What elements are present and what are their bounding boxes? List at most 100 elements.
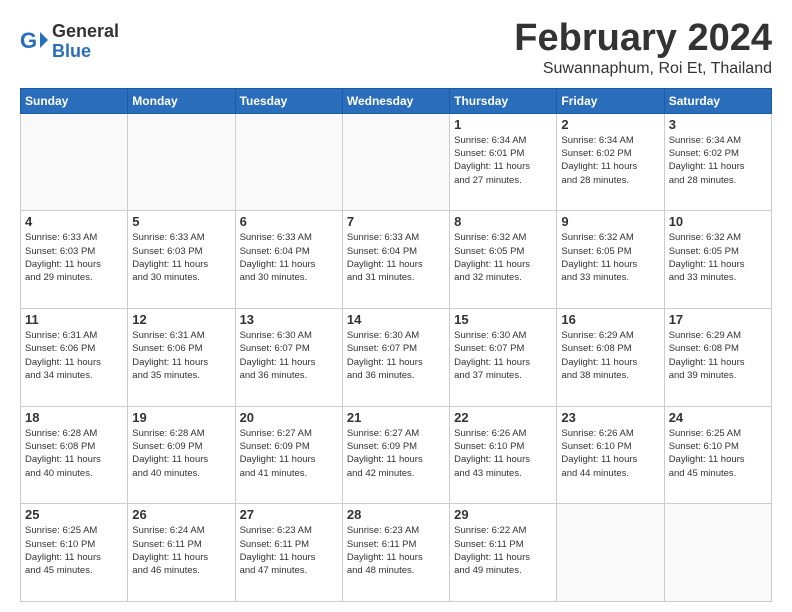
calendar-cell [664, 504, 771, 602]
day-detail: Sunrise: 6:34 AM Sunset: 6:02 PM Dayligh… [669, 134, 767, 187]
logo-general: General [52, 22, 119, 42]
day-detail: Sunrise: 6:27 AM Sunset: 6:09 PM Dayligh… [240, 427, 338, 480]
day-number: 17 [669, 312, 767, 327]
day-detail: Sunrise: 6:26 AM Sunset: 6:10 PM Dayligh… [454, 427, 552, 480]
day-number: 5 [132, 214, 230, 229]
day-detail: Sunrise: 6:32 AM Sunset: 6:05 PM Dayligh… [561, 231, 659, 284]
col-header-friday: Friday [557, 88, 664, 113]
calendar-cell [235, 113, 342, 211]
day-detail: Sunrise: 6:29 AM Sunset: 6:08 PM Dayligh… [561, 329, 659, 382]
calendar-cell: 8 Sunrise: 6:32 AM Sunset: 6:05 PM Daylig… [450, 211, 557, 309]
calendar-cell: 10Sunrise: 6:32 AM Sunset: 6:05 PM Dayli… [664, 211, 771, 309]
title-block: February 2024 Suwannaphum, Roi Et, Thail… [514, 18, 772, 78]
day-number: 3 [669, 117, 767, 132]
calendar-cell: 26 Sunrise: 6:24 AM Sunset: 6:11 PM Dayli… [128, 504, 235, 602]
day-number: 25 [25, 507, 123, 522]
week-row-4: 25 Sunrise: 6:25 AM Sunset: 6:10 PM Dayli… [21, 504, 772, 602]
day-number: 8 [454, 214, 552, 229]
calendar-cell [21, 113, 128, 211]
day-detail: Sunrise: 6:23 AM Sunset: 6:11 PM Dayligh… [347, 524, 445, 577]
logo-icon: G [20, 28, 48, 56]
day-detail: Sunrise: 6:22 AM Sunset: 6:11 PM Dayligh… [454, 524, 552, 577]
calendar-cell: 7 Sunrise: 6:33 AM Sunset: 6:04 PM Daylig… [342, 211, 449, 309]
day-number: 4 [25, 214, 123, 229]
day-number: 10 [669, 214, 767, 229]
calendar-cell [557, 504, 664, 602]
day-number: 7 [347, 214, 445, 229]
day-detail: Sunrise: 6:30 AM Sunset: 6:07 PM Dayligh… [240, 329, 338, 382]
calendar-cell: 16 Sunrise: 6:29 AM Sunset: 6:08 PM Dayli… [557, 309, 664, 407]
day-number: 12 [132, 312, 230, 327]
calendar-cell: 3 Sunrise: 6:34 AM Sunset: 6:02 PM Daylig… [664, 113, 771, 211]
calendar-header-row: SundayMondayTuesdayWednesdayThursdayFrid… [21, 88, 772, 113]
day-number: 13 [240, 312, 338, 327]
day-detail: Sunrise: 6:24 AM Sunset: 6:11 PM Dayligh… [132, 524, 230, 577]
logo: G General Blue [20, 22, 119, 62]
day-detail: Sunrise: 6:30 AM Sunset: 6:07 PM Dayligh… [347, 329, 445, 382]
day-number: 14 [347, 312, 445, 327]
day-detail: Sunrise: 6:26 AM Sunset: 6:10 PM Dayligh… [561, 427, 659, 480]
week-row-1: 4 Sunrise: 6:33 AM Sunset: 6:03 PM Daylig… [21, 211, 772, 309]
week-row-0: 1Sunrise: 6:34 AM Sunset: 6:01 PM Daylig… [21, 113, 772, 211]
day-number: 19 [132, 410, 230, 425]
col-header-monday: Monday [128, 88, 235, 113]
day-number: 26 [132, 507, 230, 522]
calendar-cell: 29 Sunrise: 6:22 AM Sunset: 6:11 PM Dayli… [450, 504, 557, 602]
calendar-cell: 19 Sunrise: 6:28 AM Sunset: 6:09 PM Dayli… [128, 406, 235, 504]
day-detail: Sunrise: 6:30 AM Sunset: 6:07 PM Dayligh… [454, 329, 552, 382]
header: G General Blue February 2024 Suwannaphum… [20, 18, 772, 78]
calendar-cell: 23 Sunrise: 6:26 AM Sunset: 6:10 PM Dayli… [557, 406, 664, 504]
col-header-tuesday: Tuesday [235, 88, 342, 113]
calendar-cell: 12 Sunrise: 6:31 AM Sunset: 6:06 PM Dayli… [128, 309, 235, 407]
col-header-sunday: Sunday [21, 88, 128, 113]
day-detail: Sunrise: 6:32 AM Sunset: 6:05 PM Dayligh… [454, 231, 552, 284]
day-detail: Sunrise: 6:31 AM Sunset: 6:06 PM Dayligh… [25, 329, 123, 382]
day-detail: Sunrise: 6:28 AM Sunset: 6:09 PM Dayligh… [132, 427, 230, 480]
calendar-cell: 17 Sunrise: 6:29 AM Sunset: 6:08 PM Dayli… [664, 309, 771, 407]
day-number: 11 [25, 312, 123, 327]
day-number: 20 [240, 410, 338, 425]
day-number: 16 [561, 312, 659, 327]
calendar-cell: 22 Sunrise: 6:26 AM Sunset: 6:10 PM Dayli… [450, 406, 557, 504]
calendar-cell: 13 Sunrise: 6:30 AM Sunset: 6:07 PM Dayli… [235, 309, 342, 407]
day-number: 9 [561, 214, 659, 229]
day-detail: Sunrise: 6:31 AM Sunset: 6:06 PM Dayligh… [132, 329, 230, 382]
col-header-thursday: Thursday [450, 88, 557, 113]
calendar-table: SundayMondayTuesdayWednesdayThursdayFrid… [20, 88, 772, 602]
day-number: 29 [454, 507, 552, 522]
day-detail: Sunrise: 6:27 AM Sunset: 6:09 PM Dayligh… [347, 427, 445, 480]
location-title: Suwannaphum, Roi Et, Thailand [514, 60, 772, 78]
calendar-cell: 14 Sunrise: 6:30 AM Sunset: 6:07 PM Dayli… [342, 309, 449, 407]
calendar-cell: 9 Sunrise: 6:32 AM Sunset: 6:05 PM Daylig… [557, 211, 664, 309]
day-number: 27 [240, 507, 338, 522]
svg-text:G: G [20, 28, 37, 53]
day-detail: Sunrise: 6:34 AM Sunset: 6:01 PM Dayligh… [454, 134, 552, 187]
week-row-2: 11 Sunrise: 6:31 AM Sunset: 6:06 PM Dayli… [21, 309, 772, 407]
day-detail: Sunrise: 6:25 AM Sunset: 6:10 PM Dayligh… [669, 427, 767, 480]
day-detail: Sunrise: 6:33 AM Sunset: 6:04 PM Dayligh… [240, 231, 338, 284]
day-number: 2 [561, 117, 659, 132]
calendar-cell [128, 113, 235, 211]
calendar-cell: 1Sunrise: 6:34 AM Sunset: 6:01 PM Daylig… [450, 113, 557, 211]
calendar-cell: 21Sunrise: 6:27 AM Sunset: 6:09 PM Dayli… [342, 406, 449, 504]
day-number: 6 [240, 214, 338, 229]
day-number: 28 [347, 507, 445, 522]
day-number: 23 [561, 410, 659, 425]
calendar-cell: 5Sunrise: 6:33 AM Sunset: 6:03 PM Daylig… [128, 211, 235, 309]
day-number: 18 [25, 410, 123, 425]
week-row-3: 18Sunrise: 6:28 AM Sunset: 6:08 PM Dayli… [21, 406, 772, 504]
day-number: 22 [454, 410, 552, 425]
calendar-cell: 20 Sunrise: 6:27 AM Sunset: 6:09 PM Dayli… [235, 406, 342, 504]
day-detail: Sunrise: 6:33 AM Sunset: 6:04 PM Dayligh… [347, 231, 445, 284]
col-header-wednesday: Wednesday [342, 88, 449, 113]
day-detail: Sunrise: 6:23 AM Sunset: 6:11 PM Dayligh… [240, 524, 338, 577]
day-detail: Sunrise: 6:33 AM Sunset: 6:03 PM Dayligh… [25, 231, 123, 284]
day-number: 15 [454, 312, 552, 327]
day-detail: Sunrise: 6:29 AM Sunset: 6:08 PM Dayligh… [669, 329, 767, 382]
calendar-cell [342, 113, 449, 211]
logo-blue: Blue [52, 42, 119, 62]
day-number: 24 [669, 410, 767, 425]
day-detail: Sunrise: 6:25 AM Sunset: 6:10 PM Dayligh… [25, 524, 123, 577]
logo-text: General Blue [52, 22, 119, 62]
calendar-cell: 25 Sunrise: 6:25 AM Sunset: 6:10 PM Dayli… [21, 504, 128, 602]
